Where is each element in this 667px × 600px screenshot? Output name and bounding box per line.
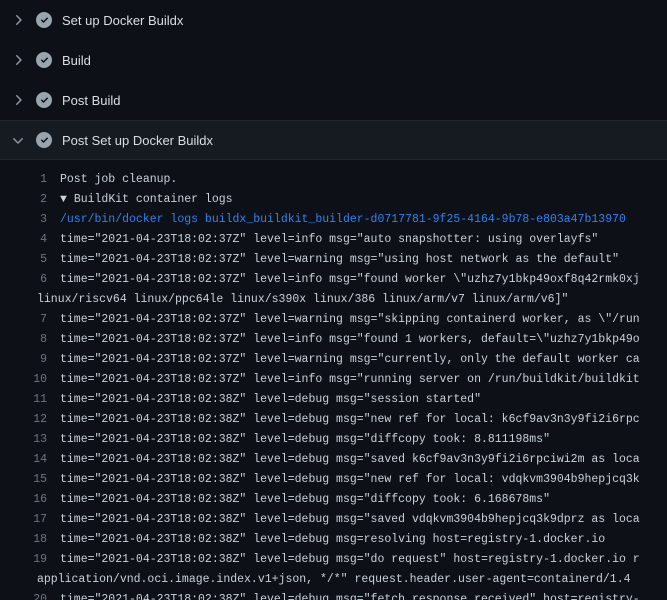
log-line-number[interactable]: 17 [0, 510, 47, 530]
log-line-text: time="2021-04-23T18:02:37Z" level=warnin… [47, 310, 640, 330]
log-line: linux/riscv64 linux/ppc64le linux/s390x … [0, 290, 667, 310]
log-line-number[interactable]: 18 [0, 530, 47, 550]
log-line-number[interactable]: 7 [0, 310, 47, 330]
log-line[interactable]: 2▼ BuildKit container logs [0, 190, 667, 210]
log-line: 6time="2021-04-23T18:02:37Z" level=info … [0, 270, 667, 290]
step-name: Post Build [62, 93, 121, 108]
chevron-down-icon[interactable] [10, 132, 26, 148]
check-circle-icon [36, 12, 52, 28]
log-line-number[interactable]: 6 [0, 270, 47, 290]
log-body: 1Post job cleanup.2▼ BuildKit container … [0, 160, 667, 600]
chevron-right-icon[interactable] [10, 92, 26, 108]
log-line: 17time="2021-04-23T18:02:38Z" level=debu… [0, 510, 667, 530]
log-line-text: time="2021-04-23T18:02:37Z" level=info m… [47, 270, 640, 290]
log-line: 7time="2021-04-23T18:02:37Z" level=warni… [0, 310, 667, 330]
log-line-text: time="2021-04-23T18:02:38Z" level=debug … [47, 530, 605, 550]
step-post-build[interactable]: Post Build [0, 80, 667, 120]
check-circle-icon [36, 132, 52, 148]
step-name: Post Set up Docker Buildx [62, 133, 213, 148]
log-line: 1Post job cleanup. [0, 170, 667, 190]
log-line-number[interactable]: 11 [0, 390, 47, 410]
log-line-text: time="2021-04-23T18:02:38Z" level=debug … [47, 450, 640, 470]
log-line-text: time="2021-04-23T18:02:38Z" level=debug … [47, 590, 640, 600]
log-line-number[interactable]: 8 [0, 330, 47, 350]
check-circle-icon [36, 52, 52, 68]
log-line-number[interactable]: 13 [0, 430, 47, 450]
log-line-text: time="2021-04-23T18:02:37Z" level=info m… [47, 370, 640, 390]
log-line: 15time="2021-04-23T18:02:38Z" level=debu… [0, 470, 667, 490]
log-line-number[interactable]: 20 [0, 590, 47, 600]
log-line-number[interactable]: 12 [0, 410, 47, 430]
log-line-number[interactable]: 14 [0, 450, 47, 470]
log-line-number[interactable]: 1 [0, 170, 47, 190]
log-line-number[interactable]: 2 [0, 190, 47, 210]
log-line-text: time="2021-04-23T18:02:37Z" level=warnin… [47, 350, 640, 370]
step-build[interactable]: Build [0, 40, 667, 80]
workflow-log-viewer: Set up Docker Buildx Build Post Build Po… [0, 0, 667, 600]
log-line: 11time="2021-04-23T18:02:38Z" level=debu… [0, 390, 667, 410]
log-line-number[interactable]: 10 [0, 370, 47, 390]
log-line: 16time="2021-04-23T18:02:38Z" level=debu… [0, 490, 667, 510]
group-title: BuildKit container logs [74, 193, 233, 206]
log-line-number[interactable]: 9 [0, 350, 47, 370]
log-line-text: ▼ BuildKit container logs [47, 190, 233, 210]
log-line: 20time="2021-04-23T18:02:38Z" level=debu… [0, 590, 667, 600]
chevron-right-icon[interactable] [10, 52, 26, 68]
log-line: 8time="2021-04-23T18:02:37Z" level=info … [0, 330, 667, 350]
log-line: 13time="2021-04-23T18:02:38Z" level=debu… [0, 430, 667, 450]
step-name: Build [62, 53, 91, 68]
log-line-text: /usr/bin/docker logs buildx_buildkit_bui… [47, 210, 626, 230]
log-line-text: time="2021-04-23T18:02:38Z" level=debug … [47, 410, 640, 430]
log-line-text: time="2021-04-23T18:02:38Z" level=debug … [47, 430, 550, 450]
log-line-number[interactable]: 5 [0, 250, 47, 270]
log-line: 19time="2021-04-23T18:02:38Z" level=debu… [0, 550, 667, 570]
chevron-right-icon[interactable] [10, 12, 26, 28]
step-post-set-up-docker-buildx[interactable]: Post Set up Docker Buildx [0, 120, 667, 160]
step-name: Set up Docker Buildx [62, 13, 183, 28]
log-line-number[interactable]: 3 [0, 210, 47, 230]
log-line: 10time="2021-04-23T18:02:37Z" level=info… [0, 370, 667, 390]
step-set-up-docker-buildx[interactable]: Set up Docker Buildx [0, 0, 667, 40]
log-line: 12time="2021-04-23T18:02:38Z" level=debu… [0, 410, 667, 430]
log-line-text: time="2021-04-23T18:02:37Z" level=info m… [47, 330, 640, 350]
log-line-text: time="2021-04-23T18:02:37Z" level=info m… [47, 230, 598, 250]
group-toggle-arrow-icon[interactable]: ▼ [60, 193, 74, 206]
log-line: 18time="2021-04-23T18:02:38Z" level=debu… [0, 530, 667, 550]
log-line: 4time="2021-04-23T18:02:37Z" level=info … [0, 230, 667, 250]
log-line-text: time="2021-04-23T18:02:37Z" level=warnin… [47, 250, 619, 270]
log-line: 5time="2021-04-23T18:02:37Z" level=warni… [0, 250, 667, 270]
check-circle-icon [36, 92, 52, 108]
log-line-text: application/vnd.oci.image.index.v1+json,… [37, 570, 631, 590]
log-line: 14time="2021-04-23T18:02:38Z" level=debu… [0, 450, 667, 470]
log-line-text: Post job cleanup. [47, 170, 177, 190]
log-line: application/vnd.oci.image.index.v1+json,… [0, 570, 667, 590]
log-line-number[interactable]: 15 [0, 470, 47, 490]
log-line-number[interactable]: 19 [0, 550, 47, 570]
log-line: 9time="2021-04-23T18:02:37Z" level=warni… [0, 350, 667, 370]
log-line-text: linux/riscv64 linux/ppc64le linux/s390x … [37, 290, 568, 310]
log-line-text: time="2021-04-23T18:02:38Z" level=debug … [47, 470, 640, 490]
log-line-number[interactable]: 4 [0, 230, 47, 250]
log-line-text: time="2021-04-23T18:02:38Z" level=debug … [47, 490, 550, 510]
log-line-number[interactable]: 16 [0, 490, 47, 510]
log-line-text: time="2021-04-23T18:02:38Z" level=debug … [47, 390, 481, 410]
log-line: 3/usr/bin/docker logs buildx_buildkit_bu… [0, 210, 667, 230]
log-line-text: time="2021-04-23T18:02:38Z" level=debug … [47, 510, 640, 530]
log-line-text: time="2021-04-23T18:02:38Z" level=debug … [47, 550, 640, 570]
